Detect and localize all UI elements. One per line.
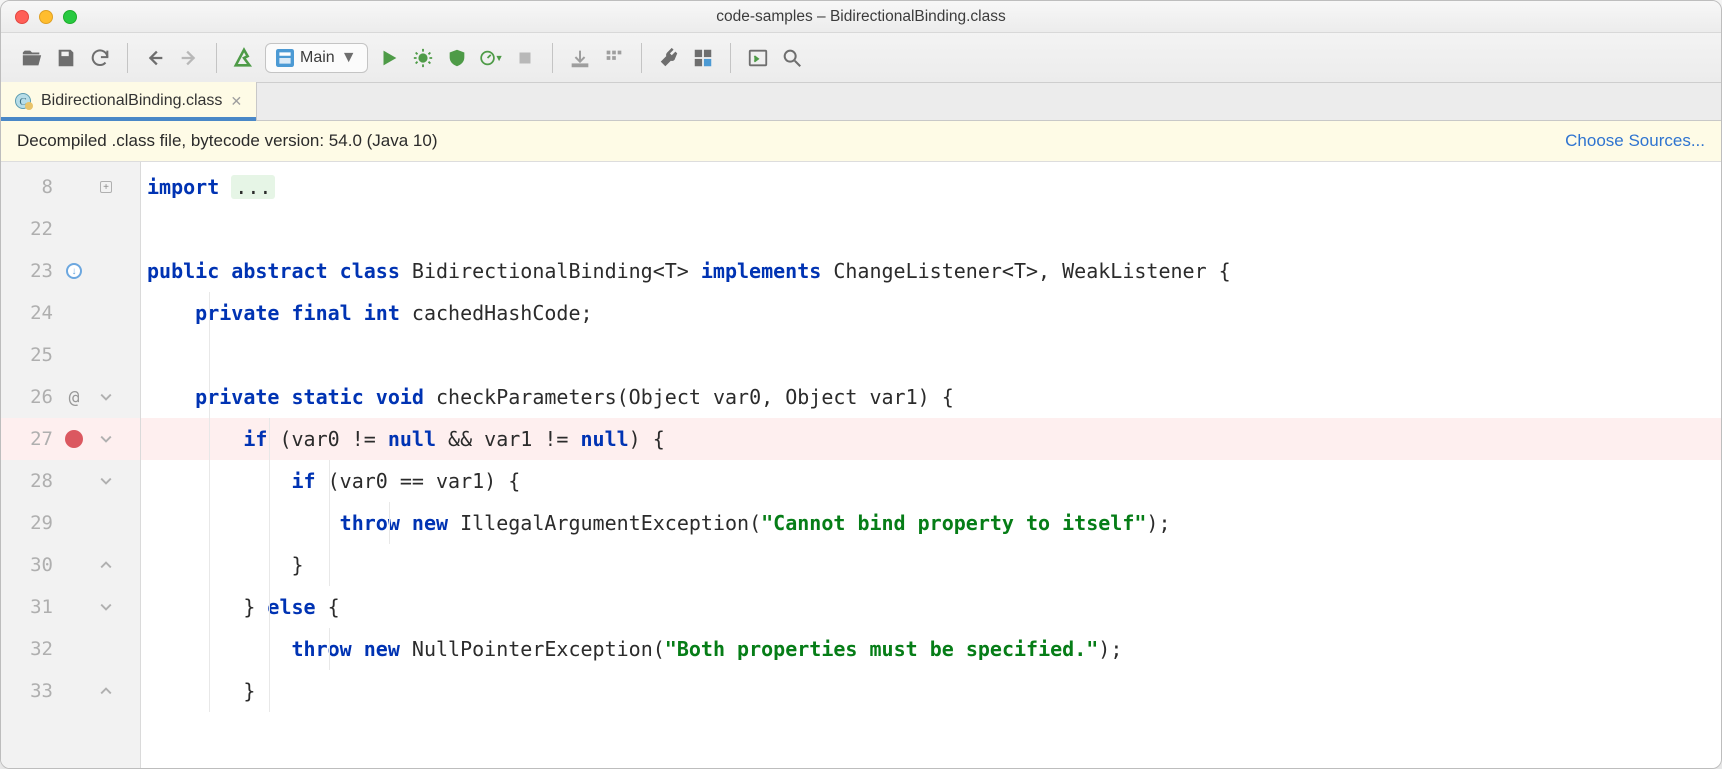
open-icon[interactable] (19, 45, 45, 71)
line-number: 25 (1, 344, 59, 366)
fold-collapse-icon[interactable] (100, 601, 112, 613)
forward-icon (176, 45, 202, 71)
editor-tab-label: BidirectionalBinding.class (41, 92, 222, 110)
decompiled-banner: Decompiled .class file, bytecode version… (1, 121, 1721, 162)
fold-end-icon[interactable] (100, 559, 112, 571)
app-window: code-samples – BidirectionalBinding.clas… (0, 0, 1722, 769)
line-number: 30 (1, 554, 59, 576)
run-config-selector[interactable]: Main ▼ (265, 43, 368, 73)
fold-end-icon[interactable] (100, 685, 112, 697)
line-number: 22 (1, 218, 59, 240)
fold-collapse-icon[interactable] (100, 475, 112, 487)
choose-sources-link[interactable]: Choose Sources... (1565, 131, 1705, 151)
save-icon[interactable] (53, 45, 79, 71)
code-area[interactable]: import ... public abstract class Bidirec… (141, 162, 1721, 768)
class-file-icon: C (15, 92, 33, 110)
fold-collapse-icon[interactable] (100, 391, 112, 403)
gutter[interactable]: 8 + 22 23 ↓ 24 25 26 @ 27 28 29 30 31 32 33 (1, 162, 141, 768)
chevron-down-icon: ▼ (341, 49, 357, 67)
override-gutter-icon[interactable]: ↓ (66, 263, 82, 279)
line-number: 23 (1, 260, 59, 282)
debug-icon[interactable] (410, 45, 436, 71)
banner-message: Decompiled .class file, bytecode version… (17, 131, 437, 151)
breakpoint-icon[interactable] (65, 430, 83, 448)
build-icon[interactable] (231, 45, 257, 71)
title-bar: code-samples – BidirectionalBinding.clas… (1, 1, 1721, 33)
line-number: 31 (1, 596, 59, 618)
vcs-update-icon[interactable] (567, 45, 593, 71)
back-icon[interactable] (142, 45, 168, 71)
run-anything-icon[interactable] (745, 45, 771, 71)
editor-tab-active[interactable]: C BidirectionalBinding.class ✕ (1, 82, 257, 120)
profile-icon[interactable]: ▼ (478, 45, 504, 71)
annotation-gutter-icon[interactable]: @ (69, 387, 80, 408)
coverage-icon[interactable] (444, 45, 470, 71)
project-structure-icon[interactable] (690, 45, 716, 71)
fold-expand-icon[interactable]: + (100, 181, 112, 193)
line-number: 28 (1, 470, 59, 492)
app-icon (276, 49, 294, 67)
main-toolbar: Main ▼ ▼ (1, 33, 1721, 83)
line-number: 29 (1, 512, 59, 534)
refresh-icon[interactable] (87, 45, 113, 71)
settings-icon[interactable] (656, 45, 682, 71)
run-config-name: Main (300, 49, 335, 67)
line-number: 24 (1, 302, 59, 324)
line-number: 32 (1, 638, 59, 660)
line-number: 26 (1, 386, 59, 408)
line-number: 33 (1, 680, 59, 702)
run-icon[interactable] (376, 45, 402, 71)
line-number: 27 (1, 428, 59, 450)
stop-icon (512, 45, 538, 71)
close-tab-icon[interactable]: ✕ (230, 93, 242, 110)
fold-collapse-icon[interactable] (100, 433, 112, 445)
window-title: code-samples – BidirectionalBinding.clas… (1, 8, 1721, 26)
vcs-commit-icon[interactable] (601, 45, 627, 71)
editor-tabs: C BidirectionalBinding.class ✕ (1, 83, 1721, 121)
line-number: 8 (1, 176, 59, 198)
code-editor[interactable]: 8 + 22 23 ↓ 24 25 26 @ 27 28 29 30 31 32 33… (1, 162, 1721, 768)
search-icon[interactable] (779, 45, 805, 71)
